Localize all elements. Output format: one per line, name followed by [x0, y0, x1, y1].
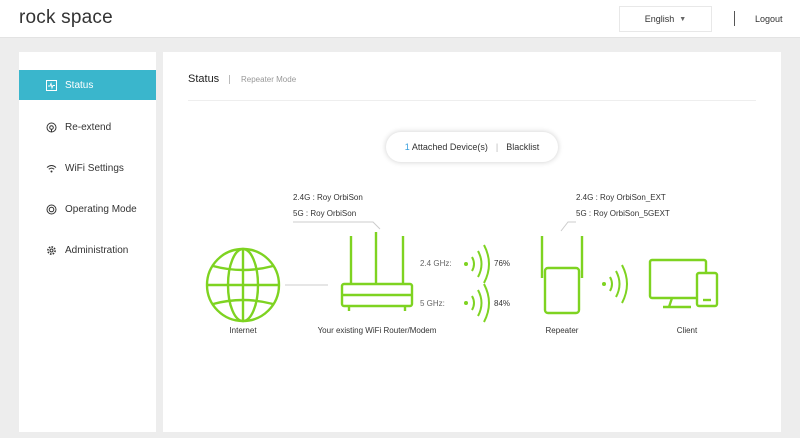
- network-diagram: [205, 221, 719, 323]
- repeater-icon: [540, 236, 584, 315]
- globe-icon: [205, 247, 281, 323]
- sidebar-item-label: Status: [65, 79, 94, 91]
- repeater-signal-icon: [602, 264, 628, 304]
- sidebar-item-operating-mode[interactable]: Operating Mode: [19, 194, 156, 224]
- logout-link[interactable]: Logout: [755, 14, 783, 24]
- wifi-icon: [45, 162, 57, 174]
- signal-5-strength: 84%: [494, 299, 511, 308]
- sidebar-item-label: Re-extend: [65, 121, 112, 133]
- brand-logo: rock space: [19, 7, 113, 28]
- repeater-callout-line: [560, 221, 576, 232]
- sidebar-item-label: Administration: [65, 244, 129, 256]
- top-header: rock space English ▼ Logout: [0, 0, 800, 38]
- router-icon: [340, 232, 414, 311]
- signal-5-band: 5 GHz:: [420, 299, 445, 308]
- header-divider: [734, 11, 735, 26]
- signal-24-strength: 76%: [494, 259, 511, 268]
- sidebar-item-label: Operating Mode: [65, 203, 137, 215]
- sidebar-item-administration[interactable]: Administration: [19, 235, 156, 265]
- status-icon: [45, 79, 57, 91]
- client-icon: [648, 258, 719, 309]
- chevron-down-icon: ▼: [679, 15, 687, 23]
- language-select[interactable]: English ▼: [619, 6, 712, 32]
- main-panel: Status Repeater Mode 1 Attached Device(s…: [163, 52, 781, 432]
- sidebar-item-wifi-settings[interactable]: WiFi Settings: [19, 153, 156, 183]
- signal-24-icon: [464, 244, 490, 284]
- signal-5-icon: [464, 283, 490, 323]
- sidebar-item-status[interactable]: Status: [19, 70, 156, 100]
- language-label: English: [644, 14, 675, 24]
- client-label: Client: [676, 326, 698, 335]
- operating-mode-icon: [45, 203, 57, 215]
- sidebar-item-label: WiFi Settings: [65, 162, 124, 174]
- router-label: Your existing WiFi Router/Modem: [317, 326, 437, 335]
- sidebar: Status Re-extend WiFi Settings Operating…: [19, 52, 156, 432]
- re-extend-icon: [45, 121, 57, 133]
- internet-label: Internet: [229, 326, 257, 335]
- signal-24-band: 2.4 GHz:: [420, 259, 452, 268]
- sidebar-item-re-extend[interactable]: Re-extend: [19, 112, 156, 142]
- repeater-label: Repeater: [545, 326, 579, 335]
- gear-icon: [45, 244, 57, 256]
- router-callout-line: [293, 221, 381, 230]
